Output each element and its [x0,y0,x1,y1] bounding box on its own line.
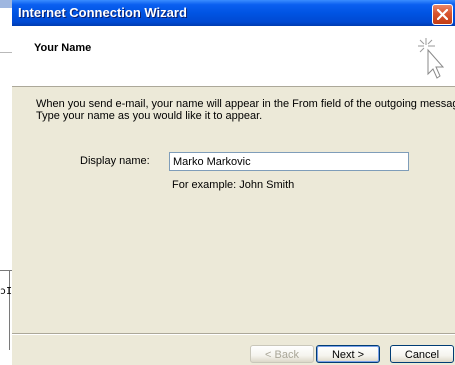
background-divider-vertical [9,270,10,350]
display-name-input[interactable] [169,152,409,171]
close-button[interactable] [432,4,453,25]
page-title: Your Name [34,42,92,54]
close-icon [437,9,448,20]
background-divider-horizontal [0,270,12,271]
intro-line-2: Type your name as you would like it to a… [36,110,263,122]
background-divider [0,52,12,53]
footer-separator [12,333,455,335]
example-hint: For example: John Smith [172,179,295,191]
window-title: Internet Connection Wizard [18,5,187,20]
background-app-strip [0,0,12,8]
back-button[interactable]: < Back [250,345,314,363]
background-app-panel [0,8,12,365]
display-name-label: Display name: [80,155,150,167]
background-app-glyph: ɔI [0,286,13,297]
intro-text: When you send e-mail, your name will app… [36,98,455,122]
wizard-wand-icon [418,38,445,79]
title-bar[interactable]: Internet Connection Wizard [12,0,455,26]
intro-line-1: When you send e-mail, your name will app… [36,98,455,110]
cancel-button[interactable]: Cancel [390,345,454,363]
wizard-header: Your Name [12,26,455,87]
wizard-window: Internet Connection Wizard Your Name Whe… [12,0,455,365]
next-button[interactable]: Next > [316,345,380,363]
